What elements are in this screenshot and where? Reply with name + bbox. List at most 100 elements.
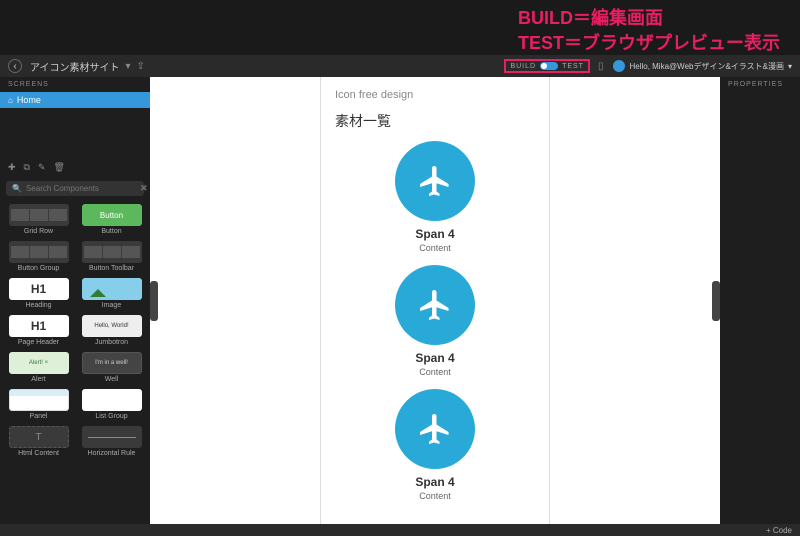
component-preview [9, 204, 69, 226]
content-card[interactable]: Span 4 Content [335, 265, 535, 377]
component-label: Jumbotron [95, 339, 128, 346]
left-panel: SCREENS ⌂ Home ✚ ⧉ ✎ 🗑 🔍 ✖ Grid Row Butto… [0, 77, 150, 524]
component-well[interactable]: I'm in a well! Well [77, 352, 146, 383]
component-preview: Hello, World! [82, 315, 142, 337]
card-content: Content [419, 367, 451, 377]
component-preview: T [9, 426, 69, 448]
component-html-content[interactable]: T Html Content [4, 426, 73, 457]
component-horizontal-rule[interactable]: Horizontal Rule [77, 426, 146, 457]
plane-icon [417, 411, 453, 447]
component-heading[interactable]: H1 Heading [4, 278, 73, 309]
clear-icon[interactable]: ✖ [140, 183, 148, 194]
content-card[interactable]: Span 4 Content [335, 389, 535, 501]
component-preview: H1 [9, 315, 69, 337]
component-grid-row[interactable]: Grid Row [4, 204, 73, 235]
component-preview [82, 389, 142, 411]
mode-build-label: BUILD [510, 63, 536, 70]
screen-item-label: Home [17, 95, 41, 105]
component-preview: Button [82, 204, 142, 226]
component-preview [82, 426, 142, 448]
search-input[interactable] [26, 184, 136, 193]
component-preview: I'm in a well! [82, 352, 142, 374]
component-button-toolbar[interactable]: Button Toolbar [77, 241, 146, 272]
right-resize-handle[interactable] [712, 281, 720, 321]
avatar [613, 60, 625, 72]
component-preview [9, 389, 69, 411]
component-label: Panel [30, 413, 48, 420]
delete-icon[interactable]: 🗑 [54, 162, 65, 173]
component-label: Heading [25, 302, 51, 309]
component-panel[interactable]: Panel [4, 389, 73, 420]
card-title: Span 4 [415, 351, 454, 365]
card-icon-circle [395, 141, 475, 221]
left-resize-handle[interactable] [150, 281, 158, 321]
components-palette: Grid Row Button Button Button Group Button T… [0, 200, 150, 467]
component-list-group[interactable]: List Group [77, 389, 146, 420]
component-label: Horizontal Rule [88, 450, 136, 457]
component-label: Button [101, 228, 121, 235]
card-content: Content [419, 243, 451, 253]
canvas[interactable]: Icon free design 素材一覧 Span 4ContentSpan … [150, 77, 720, 524]
bottom-bar: + Code [0, 524, 800, 536]
search-components[interactable]: 🔍 ✖ [6, 181, 144, 196]
device-icon[interactable]: ▯ [598, 61, 604, 72]
card-icon-circle [395, 389, 475, 469]
card-content: Content [419, 491, 451, 501]
tool-row: ✚ ⧉ ✎ 🗑 [0, 158, 150, 177]
component-label: Image [102, 302, 121, 309]
project-title[interactable]: アイコン素材サイト [30, 59, 120, 74]
component-preview [82, 241, 142, 263]
component-image[interactable]: Image [77, 278, 146, 309]
component-label: Html Content [18, 450, 59, 457]
copy-icon[interactable]: ⧉ [24, 162, 30, 173]
component-preview [9, 241, 69, 263]
add-icon[interactable]: ✚ [8, 162, 16, 173]
component-alert[interactable]: Alert! × Alert [4, 352, 73, 383]
component-button[interactable]: Button Button [77, 204, 146, 235]
plane-icon [417, 287, 453, 323]
component-jumbotron[interactable]: Hello, World! Jumbotron [77, 315, 146, 346]
component-label: Button Group [18, 265, 60, 272]
screens-label: SCREENS [0, 77, 150, 92]
component-label: Alert [31, 376, 45, 383]
user-greeting: Hello, Mika@Webデザイン&イラスト&漫画 [629, 61, 784, 72]
screen-item-home[interactable]: ⌂ Home [0, 92, 150, 108]
annotation-overlay: BUILD＝編集画面 TEST＝ブラウザプレビュー表示 [518, 6, 780, 56]
page-title[interactable]: 素材一覧 [335, 111, 535, 131]
component-label: List Group [95, 413, 127, 420]
component-button-group[interactable]: Button Group [4, 241, 73, 272]
card-icon-circle [395, 265, 475, 345]
card-title: Span 4 [415, 475, 454, 489]
chevron-down-icon: ▾ [788, 62, 792, 71]
mode-test-label: TEST [562, 63, 584, 70]
edit-icon[interactable]: ✎ [38, 162, 46, 173]
component-label: Well [105, 376, 118, 383]
component-page-header[interactable]: H1 Page Header [4, 315, 73, 346]
share-icon[interactable]: ⇪ [137, 61, 145, 72]
component-preview: Alert! × [9, 352, 69, 374]
component-label: Grid Row [24, 228, 53, 235]
plane-icon [417, 163, 453, 199]
component-label: Page Header [18, 339, 59, 346]
code-toggle[interactable]: + Code [766, 526, 792, 535]
search-icon: 🔍 [12, 184, 22, 193]
top-bar: ‹ アイコン素材サイト ▾ ⇪ BUILD TEST ▯ Hello, Mika… [0, 55, 800, 77]
chevron-down-icon[interactable]: ▾ [126, 61, 131, 72]
component-preview: H1 [9, 278, 69, 300]
page-header[interactable]: Icon free design [335, 85, 535, 111]
properties-label: PROPERTIES [720, 77, 800, 92]
annotation-line1: BUILD＝編集画面 [518, 6, 780, 31]
right-panel: PROPERTIES [720, 77, 800, 524]
content-card[interactable]: Span 4 Content [335, 141, 535, 253]
arrow-left-icon: ‹ [13, 61, 16, 72]
back-button[interactable]: ‹ [8, 59, 22, 73]
component-preview [82, 278, 142, 300]
home-icon: ⌂ [8, 96, 13, 105]
device-frame: Icon free design 素材一覧 Span 4ContentSpan … [320, 77, 550, 524]
annotation-line2: TEST＝ブラウザプレビュー表示 [518, 31, 780, 56]
mode-toggle[interactable]: BUILD TEST [504, 59, 590, 73]
user-menu[interactable]: Hello, Mika@Webデザイン&イラスト&漫画 ▾ [613, 60, 792, 72]
card-title: Span 4 [415, 227, 454, 241]
component-label: Button Toolbar [89, 265, 134, 272]
toggle-switch[interactable] [540, 62, 558, 70]
